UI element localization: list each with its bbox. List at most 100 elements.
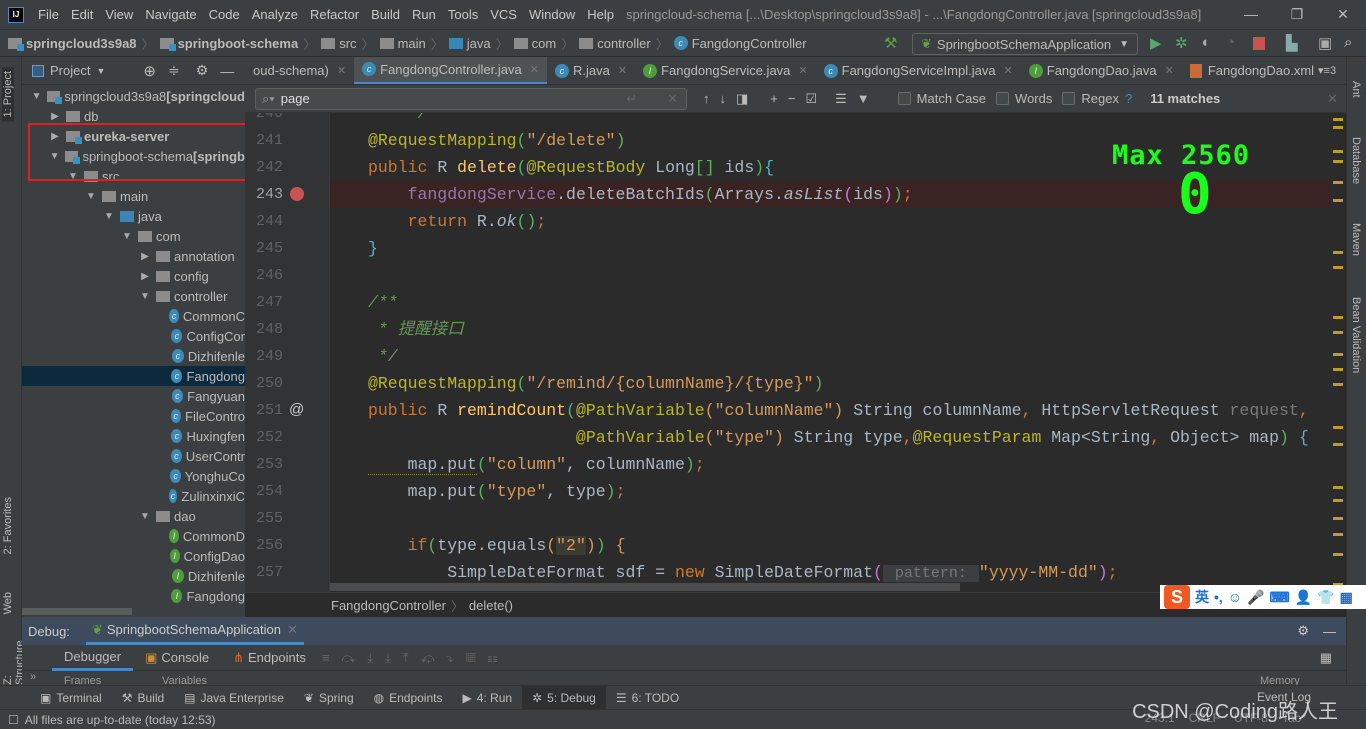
tree-item[interactable]: c Fangdong xyxy=(22,366,245,386)
close-tab-icon[interactable]: ✕ xyxy=(618,64,627,77)
mapping-gutter-icon[interactable]: @ xyxy=(289,401,304,418)
terminal-icon[interactable]: ▣ xyxy=(1318,34,1332,52)
tree-item[interactable]: c Huxingfen xyxy=(22,426,245,446)
ime-skin-icon[interactable]: 👕 xyxy=(1317,589,1334,606)
search-match-marker[interactable] xyxy=(1333,150,1343,153)
tool-run[interactable]: ▶ 4: Run xyxy=(452,686,522,710)
collapsed-arrow-icon[interactable]: ▶ xyxy=(48,111,62,122)
remove-occurrence-icon[interactable]: − xyxy=(788,91,796,106)
words-checkbox[interactable]: Words xyxy=(996,91,1052,106)
menu-edit[interactable]: Edit xyxy=(65,7,99,22)
search-match-marker[interactable] xyxy=(1333,160,1343,163)
tab-debugger[interactable]: Debugger xyxy=(52,645,134,671)
clear-icon[interactable]: ✕ xyxy=(667,91,678,107)
close-tab-icon[interactable]: ✕ xyxy=(1004,64,1013,77)
tree-item[interactable]: ▼ springcloud3s9a8 [springcloud xyxy=(22,86,245,106)
search-match-marker[interactable] xyxy=(1333,353,1343,356)
find-input[interactable]: ⌕▾ page ↵ ✕ xyxy=(255,87,687,110)
filter-icon[interactable]: ▼ xyxy=(857,91,870,106)
regex-help-icon[interactable]: ? xyxy=(1125,91,1132,106)
expanded-arrow-icon[interactable]: ▼ xyxy=(138,511,152,522)
line-number[interactable]: 253 xyxy=(245,456,283,473)
line-number[interactable]: 256 xyxy=(245,537,283,554)
tree-item[interactable]: c ZulinxinxiC xyxy=(22,486,245,506)
tool-java-enterprise[interactable]: ▤ Java Enterprise xyxy=(174,686,294,710)
tree-item[interactable]: c UserContr xyxy=(22,446,245,466)
search-match-marker[interactable] xyxy=(1333,383,1343,386)
editor-tab[interactable]: I FangdongDao.java ✕ xyxy=(1021,57,1182,84)
tree-item[interactable]: ▼ java xyxy=(22,206,245,226)
line-number[interactable]: 257 xyxy=(245,564,283,581)
tab-console[interactable]: ▣ Console xyxy=(133,645,221,671)
search-match-marker[interactable] xyxy=(1333,181,1343,184)
menu-refactor[interactable]: Refactor xyxy=(304,7,365,22)
menu-run[interactable]: Run xyxy=(406,7,442,22)
menu-build[interactable]: Build xyxy=(365,7,406,22)
search-match-marker[interactable] xyxy=(1333,368,1343,371)
close-window-button[interactable]: ✕ xyxy=(1320,0,1366,29)
run-icon[interactable]: ▶ xyxy=(1150,34,1162,52)
expanded-arrow-icon[interactable]: ▼ xyxy=(30,91,43,102)
coverage-icon[interactable]: ◖ xyxy=(1200,34,1209,51)
ime-user-icon[interactable]: 👤 xyxy=(1295,589,1312,606)
crumb-module[interactable]: springboot-schema xyxy=(159,36,298,51)
tree-item[interactable]: c ConfigCor xyxy=(22,326,245,346)
tool-endpoints[interactable]: ◍ Endpoints xyxy=(364,686,453,710)
tree-item[interactable]: c Fangyuan xyxy=(22,386,245,406)
multiline-icon[interactable]: ☰ xyxy=(835,91,847,107)
search-match-marker[interactable] xyxy=(1333,499,1343,502)
next-occurrence-icon[interactable]: ↓ xyxy=(720,91,727,106)
line-number[interactable]: 250 xyxy=(245,375,283,392)
debug-icon[interactable]: ✲ xyxy=(1175,34,1188,52)
search-match-marker[interactable] xyxy=(1333,199,1343,202)
close-tab-icon[interactable]: ✕ xyxy=(1165,64,1174,77)
tool-tab-favorites[interactable]: 2: Favorites xyxy=(2,497,14,554)
tool-terminal[interactable]: ▣ Terminal xyxy=(30,686,112,710)
project-structure-icon[interactable]: ▙ xyxy=(1286,34,1298,52)
hide-icon[interactable]: — xyxy=(1323,624,1336,639)
search-match-marker[interactable] xyxy=(1333,126,1343,129)
menu-code[interactable]: Code xyxy=(203,7,246,22)
collapsed-arrow-icon[interactable]: ▶ xyxy=(138,271,152,282)
match-case-checkbox[interactable]: Match Case xyxy=(897,91,986,106)
tool-tab-ant[interactable]: Ant xyxy=(1350,81,1362,98)
profile-icon[interactable]: ◔ xyxy=(1226,34,1235,51)
tree-item[interactable]: ▼ dao xyxy=(22,506,245,526)
stop-icon[interactable] xyxy=(1253,37,1265,50)
line-number[interactable]: 254 xyxy=(245,483,283,500)
crumb-com[interactable]: com xyxy=(513,36,556,51)
tree-item[interactable]: c CommonC xyxy=(22,306,245,326)
line-number[interactable]: 246 xyxy=(245,267,283,284)
line-number[interactable]: 242 xyxy=(245,159,283,176)
crumb-main[interactable]: main xyxy=(379,36,426,51)
menu-tools[interactable]: Tools xyxy=(442,7,484,22)
menu-view[interactable]: View xyxy=(99,7,139,22)
gear-icon[interactable]: ⚙ xyxy=(1297,623,1309,639)
line-number[interactable]: 245 xyxy=(245,240,283,257)
hide-icon[interactable]: — xyxy=(220,63,234,79)
search-match-marker[interactable] xyxy=(1333,316,1343,319)
search-match-marker[interactable] xyxy=(1333,517,1343,520)
ime-language[interactable]: 英 xyxy=(1195,587,1209,607)
tool-build[interactable]: ⚒ Build xyxy=(112,686,174,710)
tree-item[interactable]: c FileContro xyxy=(22,406,245,426)
breakpoint-icon[interactable] xyxy=(290,187,304,201)
menu-vcs[interactable]: VCS xyxy=(484,7,523,22)
search-match-marker[interactable] xyxy=(1333,486,1343,489)
expanded-arrow-icon[interactable]: ▼ xyxy=(102,211,116,222)
editor-tab[interactable]: c R.java ✕ xyxy=(547,57,635,84)
step-controls-icons[interactable]: ≡⤼⤓⤓⤒⤽⤵▦☷ xyxy=(322,650,510,666)
tree-item[interactable]: I ConfigDao xyxy=(22,546,245,566)
tree-item[interactable]: ▼ controller xyxy=(22,286,245,306)
tree-item[interactable]: ▼ main xyxy=(22,186,245,206)
tool-tab-project[interactable]: 1: Project xyxy=(2,67,14,122)
line-number[interactable]: 249 xyxy=(245,348,283,365)
search-match-marker[interactable] xyxy=(1333,553,1343,556)
tool-todo[interactable]: ☰ 6: TODO xyxy=(606,686,689,710)
ime-menu-icon[interactable]: ▦ xyxy=(1340,589,1353,606)
previous-occurrence-icon[interactable]: ↑ xyxy=(703,91,710,106)
tab-endpoints[interactable]: ⋔ Endpoints xyxy=(221,645,318,671)
line-number[interactable]: 251 xyxy=(245,402,283,419)
editor-tab[interactable]: FangdongDao.xml✕ xyxy=(1182,57,1339,84)
tool-spring[interactable]: ❦ Spring xyxy=(294,686,364,710)
